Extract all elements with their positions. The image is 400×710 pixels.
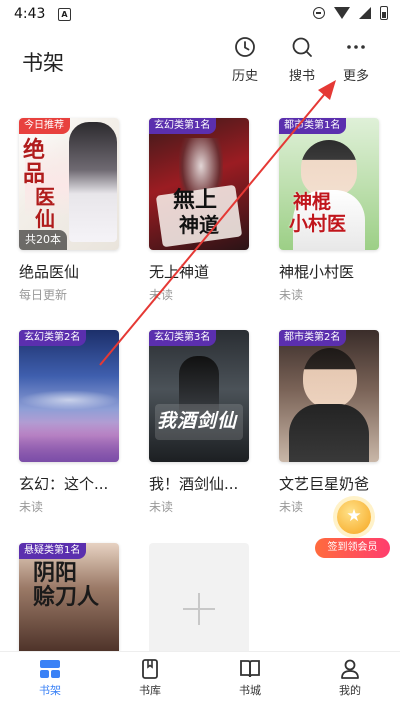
nav-bookshelf[interactable]: 书架 [0,652,100,710]
search-icon [292,37,312,57]
star-coin-icon [337,500,371,534]
book-item[interactable]: 神棍 小村医 都市类第1名 神棍小村医 未读 [279,118,379,303]
sign-in-vip-badge[interactable]: 签到领会员 [315,500,390,565]
book-item[interactable]: 玄幻类第2名 玄幻：这个... 未读 [19,330,119,515]
search-button[interactable]: 搜书 [280,36,324,84]
book-count-badge: 共20本 [19,230,67,250]
bottom-nav: 书架 书库 书城 我的 [0,651,400,710]
book-subtitle: 未读 [149,500,174,514]
book-title: 绝品医仙 [19,263,80,281]
more-button[interactable]: 更多 [334,36,378,84]
book-subtitle: 未读 [279,288,304,302]
book-subtitle: 未读 [19,500,44,514]
history-button[interactable]: 历史 [223,36,267,84]
book-tag: 今日推荐 [19,118,70,134]
book-cover[interactable]: 神棍 小村医 都市类第1名 [279,118,379,250]
more-label: 更多 [342,69,369,84]
book-item[interactable]: 我酒剑仙 玄幻类第3名 我！酒剑仙... 未读 [149,330,249,515]
book-tag: 都市类第2名 [279,330,347,346]
bookshelf-icon [40,660,60,678]
app-notification-icon: A [58,8,71,21]
search-label: 搜书 [288,69,315,84]
do-not-disturb-icon [313,7,325,19]
book-item[interactable]: 绝品 医仙 今日推荐 共20本 绝品医仙 每日更新 [19,118,119,303]
nav-library-label: 书库 [139,684,161,697]
book-tag: 玄幻类第2名 [19,330,87,346]
clock-icon [235,37,255,57]
book-item[interactable]: 都市类第2名 文艺巨星奶爸 未读 [279,330,379,515]
book-title: 无上神道 [149,263,210,281]
status-icons [313,6,388,20]
book-tag: 玄幻类第3名 [149,330,217,346]
page-title: 书架 [22,51,64,75]
book-title: 文艺巨星奶爸 [279,475,370,493]
nav-profile-label: 我的 [339,684,361,697]
book-subtitle: 每日更新 [19,288,68,302]
profile-icon [341,659,359,679]
nav-library[interactable]: 书库 [100,652,200,710]
book-title: 神棍小村医 [279,263,355,281]
bookstore-icon [240,660,260,678]
book-cover[interactable]: 都市类第2名 [279,330,379,462]
book-subtitle: 未读 [149,288,174,302]
sign-in-vip-label: 签到领会员 [315,538,390,558]
book-title: 我！酒剑仙... [149,475,239,493]
nav-bookstore-label: 书城 [239,684,261,697]
wifi-icon [334,7,350,19]
battery-icon [380,6,388,20]
library-icon [142,659,158,679]
book-tag: 都市类第1名 [279,118,347,134]
book-item[interactable]: 阴阳 赊刀人 悬疑类第1名 [19,543,119,655]
status-bar: 4:43 A [0,0,400,28]
book-title: 玄幻：这个... [19,475,109,493]
book-cover[interactable]: 绝品 医仙 今日推荐 共20本 [19,118,119,250]
status-time: 4:43 [14,6,46,22]
book-item[interactable]: 無上 神道 玄幻类第1名 无上神道 未读 [149,118,249,303]
nav-bookshelf-label: 书架 [39,684,61,697]
book-tag: 悬疑类第1名 [19,543,87,559]
book-cover[interactable]: 玄幻类第2名 [19,330,119,462]
more-icon [347,45,365,49]
history-label: 历史 [231,69,258,84]
book-cover[interactable]: 阴阳 赊刀人 悬疑类第1名 [19,543,119,655]
book-cover[interactable]: 無上 神道 玄幻类第1名 [149,118,249,250]
signal-icon [359,7,371,19]
book-cover[interactable]: 我酒剑仙 玄幻类第3名 [149,330,249,462]
nav-profile[interactable]: 我的 [300,652,400,710]
book-tag: 玄幻类第1名 [149,118,217,134]
nav-bookstore[interactable]: 书城 [200,652,300,710]
